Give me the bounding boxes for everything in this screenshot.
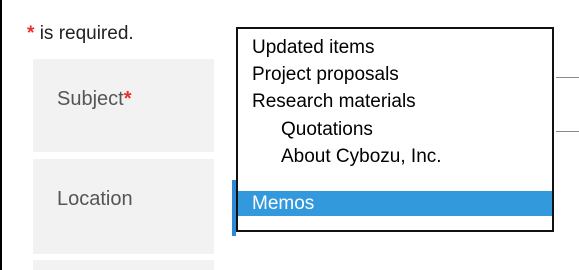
next-label-cell (33, 260, 214, 270)
required-note-text: is required. (39, 23, 134, 44)
dropdown-option-quotations[interactable]: Quotations (238, 117, 552, 142)
dropdown-option-project-proposals[interactable]: Project proposals (238, 62, 552, 87)
dropdown-option-memos[interactable]: Memos (238, 191, 552, 216)
dropdown-option-updated-items[interactable]: Updated items (238, 35, 552, 60)
dropdown-option-about-cybozu[interactable]: About Cybozu, Inc. (238, 144, 552, 169)
location-label-cell: Location (33, 159, 214, 254)
required-star: * (27, 23, 35, 44)
subject-label-text: Subject (57, 88, 124, 110)
window-left-border (0, 0, 2, 270)
subject-label-cell: Subject* (33, 59, 214, 152)
subject-input-edge[interactable] (556, 77, 579, 78)
subject-required-star: * (123, 88, 132, 110)
subject-label: Subject* (57, 88, 132, 111)
required-note: * is required. (27, 22, 134, 46)
dropdown-option-research-materials[interactable]: Research materials (238, 89, 552, 114)
subject-input-edge-bottom (556, 131, 579, 132)
folder-dropdown-list[interactable]: Updated items Project proposals Research… (236, 27, 554, 232)
location-label: Location (57, 188, 133, 210)
